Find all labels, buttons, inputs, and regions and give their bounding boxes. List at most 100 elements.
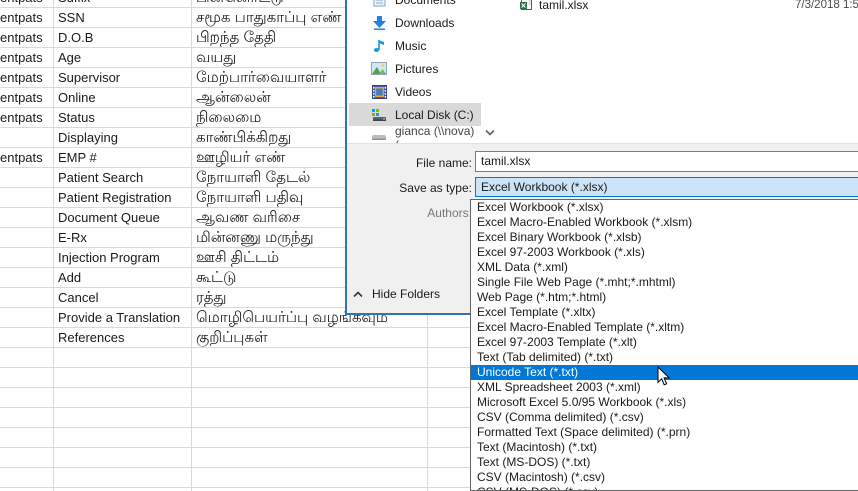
sidebar-item-music[interactable]: Music bbox=[349, 34, 481, 57]
filetype-option[interactable]: Excel 97-2003 Workbook (*.xls) bbox=[471, 245, 858, 260]
filetype-option[interactable]: Formatted Text (Space delimited) (*.prn) bbox=[471, 425, 858, 440]
filetype-option[interactable]: Text (MS-DOS) (*.txt) bbox=[471, 455, 858, 470]
hide-folders-button[interactable]: Hide Folders bbox=[353, 285, 440, 303]
cell-tamil[interactable]: குறிப்புகள் bbox=[192, 328, 428, 347]
save-as-type-label: Save as type: bbox=[352, 181, 472, 195]
filetype-option[interactable]: Text (Macintosh) (*.txt) bbox=[471, 440, 858, 455]
cell-english[interactable]: Patient Search bbox=[54, 168, 192, 187]
cell-empty[interactable] bbox=[0, 408, 54, 427]
hide-folders-label: Hide Folders bbox=[372, 287, 440, 301]
cell-empty[interactable] bbox=[0, 348, 54, 367]
scrollbar-down-arrow[interactable] bbox=[485, 123, 495, 141]
sidebar-item-label: Local Disk (C:) bbox=[395, 108, 474, 122]
cell-empty[interactable] bbox=[192, 388, 428, 407]
cell-english[interactable]: Cancel bbox=[54, 288, 192, 307]
cell-empty[interactable] bbox=[0, 428, 54, 447]
filetype-option[interactable]: CSV (MS-DOS) (*.csv) bbox=[471, 485, 858, 491]
cell-col-a[interactable] bbox=[0, 128, 54, 147]
cell-empty[interactable] bbox=[54, 388, 192, 407]
cell-col-a[interactable] bbox=[0, 168, 54, 187]
cell-english[interactable]: Supervisor bbox=[54, 68, 192, 87]
cell-english[interactable]: Displaying bbox=[54, 128, 192, 147]
filetype-option[interactable]: Text (Tab delimited) (*.txt) bbox=[471, 350, 858, 365]
cell-english[interactable]: Online bbox=[54, 88, 192, 107]
documents-icon bbox=[371, 0, 387, 8]
sidebar-item-downloads[interactable]: Downloads bbox=[349, 11, 481, 34]
cell-col-a[interactable]: entpats bbox=[0, 68, 54, 87]
cell-english[interactable]: Patient Registration bbox=[54, 188, 192, 207]
cell-empty[interactable] bbox=[54, 368, 192, 387]
filetype-option[interactable]: Web Page (*.htm;*.html) bbox=[471, 290, 858, 305]
filetype-option[interactable]: Excel Template (*.xltx) bbox=[471, 305, 858, 320]
cell-empty[interactable] bbox=[192, 468, 428, 487]
cell-col-a[interactable]: entpats bbox=[0, 148, 54, 167]
cell-empty[interactable] bbox=[54, 408, 192, 427]
cell-col-a[interactable] bbox=[0, 188, 54, 207]
cell-empty[interactable] bbox=[54, 468, 192, 487]
cell-col-a[interactable] bbox=[0, 288, 54, 307]
sidebar-item-label: Pictures bbox=[395, 62, 438, 76]
cell-empty[interactable] bbox=[192, 348, 428, 367]
cell-col-a[interactable] bbox=[0, 208, 54, 227]
cell-english[interactable]: D.O.B bbox=[54, 28, 192, 47]
filetype-option[interactable]: Excel Macro-Enabled Template (*.xltm) bbox=[471, 320, 858, 335]
save-as-type-combobox[interactable]: Excel Workbook (*.xlsx) bbox=[475, 177, 858, 197]
navigation-pane: Documents Downloads Music Pictures Video… bbox=[347, 0, 499, 144]
cell-empty[interactable] bbox=[192, 428, 428, 447]
filetype-option[interactable]: Excel Macro-Enabled Workbook (*.xlsm) bbox=[471, 215, 858, 230]
cell-english[interactable]: EMP # bbox=[54, 148, 192, 167]
filetype-option[interactable]: Microsoft Excel 5.0/95 Workbook (*.xls) bbox=[471, 395, 858, 410]
cell-col-a[interactable] bbox=[0, 228, 54, 247]
cell-empty[interactable] bbox=[0, 368, 54, 387]
filetype-option[interactable]: Excel Workbook (*.xlsx) bbox=[471, 200, 858, 215]
cell-col-a[interactable]: entpats bbox=[0, 48, 54, 67]
cell-english[interactable]: Age bbox=[54, 48, 192, 67]
filetype-option[interactable]: Excel Binary Workbook (*.xlsb) bbox=[471, 230, 858, 245]
cell-col-a[interactable] bbox=[0, 268, 54, 287]
cell-empty[interactable] bbox=[0, 468, 54, 487]
cell-empty[interactable] bbox=[54, 348, 192, 367]
cell-col-a[interactable]: entpats bbox=[0, 108, 54, 127]
cell-empty[interactable] bbox=[192, 408, 428, 427]
music-icon bbox=[371, 38, 387, 54]
cell-col-a[interactable] bbox=[0, 248, 54, 267]
cell-col-a[interactable]: entpats bbox=[0, 28, 54, 47]
cell-empty[interactable] bbox=[0, 388, 54, 407]
file-list-item-name: tamil.xlsx bbox=[539, 0, 588, 12]
cell-empty[interactable] bbox=[54, 448, 192, 467]
cell-col-a[interactable]: entpats bbox=[0, 0, 54, 7]
filetype-option[interactable]: Excel 97-2003 Template (*.xlt) bbox=[471, 335, 858, 350]
file-name-input[interactable]: tamil.xlsx bbox=[475, 151, 858, 172]
cell-empty[interactable] bbox=[0, 448, 54, 467]
cell-empty[interactable] bbox=[192, 368, 428, 387]
authors-label: Authors: bbox=[352, 206, 472, 220]
cell-english[interactable]: Document Queue bbox=[54, 208, 192, 227]
sidebar-item-videos[interactable]: Videos bbox=[349, 80, 481, 103]
cell-english[interactable]: SSN bbox=[54, 8, 192, 27]
cell-col-a[interactable] bbox=[0, 308, 54, 327]
local-disk-icon bbox=[371, 107, 387, 123]
cell-english[interactable]: References bbox=[54, 328, 192, 347]
file-list-item[interactable]: tamil.xlsx bbox=[520, 0, 588, 13]
sidebar-item-documents[interactable]: Documents bbox=[349, 0, 481, 11]
cell-col-a[interactable]: entpats bbox=[0, 88, 54, 107]
cell-col-a[interactable]: entpats bbox=[0, 8, 54, 27]
sidebar-item-pictures[interactable]: Pictures bbox=[349, 57, 481, 80]
cell-english[interactable]: E-Rx bbox=[54, 228, 192, 247]
cell-english[interactable]: Status bbox=[54, 108, 192, 127]
cell-empty[interactable] bbox=[192, 448, 428, 467]
sidebar-item-label: Documents bbox=[395, 0, 456, 7]
sidebar-item-network-drive[interactable]: gianca (\\nova) ( bbox=[349, 126, 481, 144]
chevron-up-icon bbox=[353, 287, 363, 301]
cell-english[interactable]: Suffix bbox=[54, 0, 192, 7]
cell-empty[interactable] bbox=[54, 428, 192, 447]
filetype-option[interactable]: XML Data (*.xml) bbox=[471, 260, 858, 275]
filetype-option[interactable]: Single File Web Page (*.mht;*.mhtml) bbox=[471, 275, 858, 290]
filetype-option[interactable]: CSV (Macintosh) (*.csv) bbox=[471, 470, 858, 485]
cell-english[interactable]: Provide a Translation bbox=[54, 308, 192, 327]
cell-english[interactable]: Injection Program bbox=[54, 248, 192, 267]
cell-col-a[interactable] bbox=[0, 328, 54, 347]
cell-english[interactable]: Add bbox=[54, 268, 192, 287]
excel-file-icon bbox=[520, 0, 533, 13]
filetype-option[interactable]: CSV (Comma delimited) (*.csv) bbox=[471, 410, 858, 425]
